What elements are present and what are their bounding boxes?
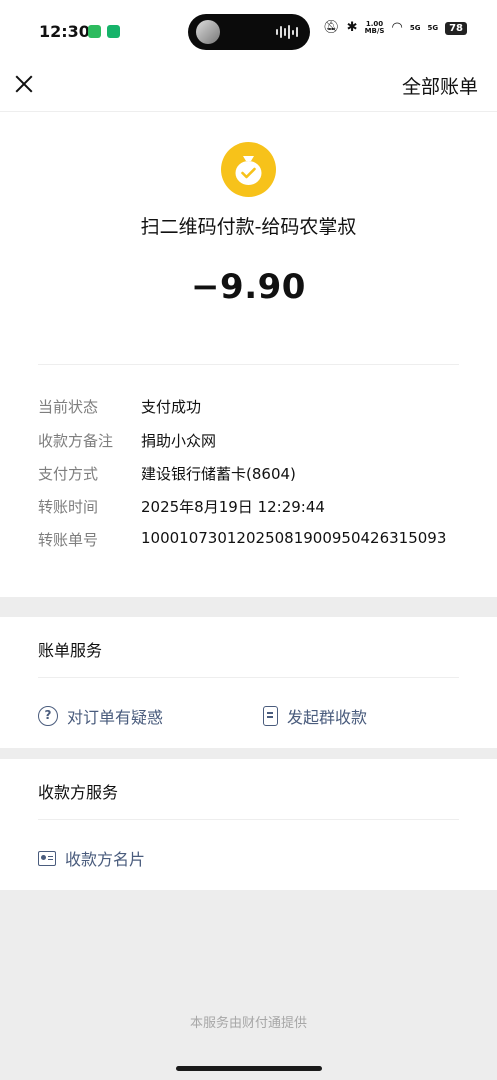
order-question-button[interactable]: ? 对订单有疑惑 <box>38 704 163 728</box>
detail-key: 当前状态 <box>38 398 99 416</box>
wifi-icon: ◠ <box>391 20 403 35</box>
wechat-notification-icon <box>88 25 101 38</box>
mute-icon: 🔕︎ <box>323 20 340 35</box>
top-header: 全部账单 <box>0 62 497 112</box>
payee-card-label: 收款方名片 <box>65 850 146 869</box>
detail-key: 转账单号 <box>38 531 99 549</box>
group-collect-button[interactable]: 发起群收款 <box>263 704 367 728</box>
all-bills-link[interactable]: 全部账单 <box>402 72 478 99</box>
payee-service-card: 收款方服务 收款方名片 <box>0 759 497 890</box>
detail-value: 建设银行储蓄卡(8604) <box>141 465 296 483</box>
detail-key: 转账时间 <box>38 498 99 516</box>
transaction-card: 扫二维码付款-给码农掌叔 −9.90 当前状态 支付成功 收款方备注 捐助小众网… <box>0 112 497 597</box>
receipt-icon <box>263 706 278 726</box>
close-icon[interactable] <box>14 74 34 94</box>
contact-card-icon <box>38 850 56 866</box>
dynamic-island[interactable] <box>188 14 310 50</box>
group-collect-label: 发起群收款 <box>287 708 368 727</box>
network-speed: 1.00 MB/S <box>364 20 385 35</box>
audio-wave-icon <box>276 25 298 39</box>
detail-key: 收款方备注 <box>38 432 114 450</box>
status-time: 12:30 <box>39 22 90 41</box>
detail-value: 支付成功 <box>141 398 202 416</box>
status-bar: 12:30 🔕︎ ✱ 1.00 MB/S ◠ 5G 5G 78 <box>0 0 497 62</box>
divider <box>38 677 459 678</box>
music-avatar <box>196 20 220 44</box>
signal-2-icon: 5G <box>427 24 439 32</box>
payee-service-title: 收款方服务 <box>38 783 119 802</box>
question-icon: ? <box>38 706 58 726</box>
divider <box>38 364 459 365</box>
detail-key: 支付方式 <box>38 465 99 483</box>
signal-1-icon: 5G <box>409 24 421 32</box>
payment-bag-icon <box>221 142 276 197</box>
bluetooth-icon: ✱ <box>346 20 358 35</box>
merchant-name: 扫二维码付款-给码农掌叔 <box>140 216 357 238</box>
home-indicator[interactable] <box>176 1066 322 1071</box>
payee-card-button[interactable]: 收款方名片 <box>38 846 145 870</box>
detail-value[interactable]: 100010730120250819009504263150​93 <box>141 529 446 547</box>
battery-icon: 78 <box>445 21 467 35</box>
transaction-amount: −9.90 <box>191 267 306 307</box>
app-notification-icon <box>107 25 120 38</box>
provider-footer: 本服务由财付通提供 <box>189 1016 307 1031</box>
order-question-label: 对订单有疑惑 <box>67 708 164 727</box>
divider <box>38 819 459 820</box>
bill-service-card: 账单服务 ? 对订单有疑惑 发起群收款 <box>0 617 497 748</box>
bill-service-title: 账单服务 <box>38 641 103 660</box>
detail-value: 2025年8月19日 12:29:44 <box>141 498 325 516</box>
detail-value: 捐助小众网 <box>141 432 217 450</box>
